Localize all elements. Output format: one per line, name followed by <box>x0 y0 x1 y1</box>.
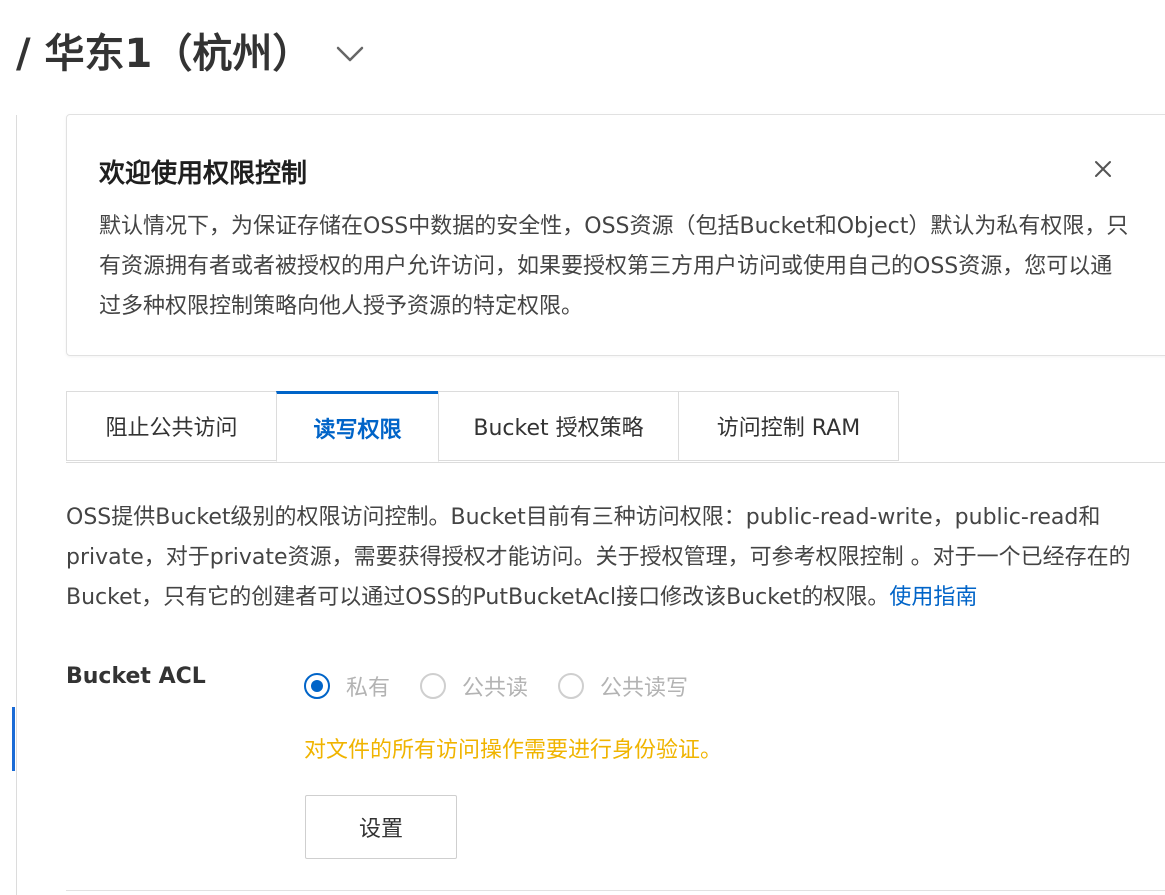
welcome-notice: 欢迎使用权限控制 默认情况下，为保证存储在OSS中数据的安全性，OSS资源（包括… <box>66 114 1165 356</box>
radio-unchecked-icon[interactable] <box>558 673 585 699</box>
radio-checked-icon[interactable] <box>304 673 330 699</box>
chevron-down-icon[interactable] <box>330 34 370 74</box>
radio-label: 私有 <box>346 676 391 701</box>
radio-public-read[interactable]: 公共读 <box>420 670 528 702</box>
left-rail <box>16 115 17 895</box>
notice-body: 默认情况下，为保证存储在OSS中数据的安全性，OSS资源（包括Bucket和Ob… <box>99 214 1129 319</box>
region-title: / 华东1（杭州） <box>16 31 313 77</box>
acl-radio-group: 私有 公共读 公共读写 <box>304 670 718 702</box>
notice-title: 欢迎使用权限控制 <box>99 159 308 189</box>
radio-label: 公共读写 <box>600 676 689 701</box>
tab-label: 阻止公共访问 <box>105 416 238 441</box>
set-button[interactable]: 设置 <box>305 795 457 859</box>
close-icon[interactable] <box>1091 157 1115 181</box>
acl-hint-text: 对文件的所有访问操作需要进行身份验证。 <box>304 738 723 763</box>
tab-label: 读写权限 <box>313 417 402 443</box>
tab-label: Bucket 授权策略 <box>473 416 644 441</box>
usage-guide-link[interactable]: 使用指南 <box>889 585 977 610</box>
acl-description: OSS提供Bucket级别的权限访问控制。Bucket目前有三种访问权限：pub… <box>66 498 1161 618</box>
permission-tabs: 阻止公共访问 读写权限 Bucket 授权策略 访问控制 RAM <box>66 391 1165 463</box>
tab-label: 访问控制 RAM <box>716 416 861 441</box>
radio-public-read-write[interactable]: 公共读写 <box>558 670 688 702</box>
tab-ram-access-control[interactable]: 访问控制 RAM <box>678 391 899 461</box>
tab-bucket-policy[interactable]: Bucket 授权策略 <box>438 391 679 461</box>
page: / 华东1（杭州） 欢迎使用权限控制 默认情况下，为保证存储在OSS中数据的安全… <box>0 0 1165 895</box>
page-header: / 华东1（杭州） <box>16 26 370 82</box>
bucket-acl-label: Bucket ACL <box>66 664 206 689</box>
tab-block-public-access[interactable]: 阻止公共访问 <box>66 391 277 461</box>
divider <box>66 890 1165 891</box>
radio-unchecked-icon[interactable] <box>420 673 447 699</box>
tab-read-write-permission[interactable]: 读写权限 <box>276 391 439 462</box>
radio-label: 公共读 <box>462 676 529 701</box>
left-rail-accent <box>12 707 15 771</box>
radio-private[interactable]: 私有 <box>304 670 390 702</box>
